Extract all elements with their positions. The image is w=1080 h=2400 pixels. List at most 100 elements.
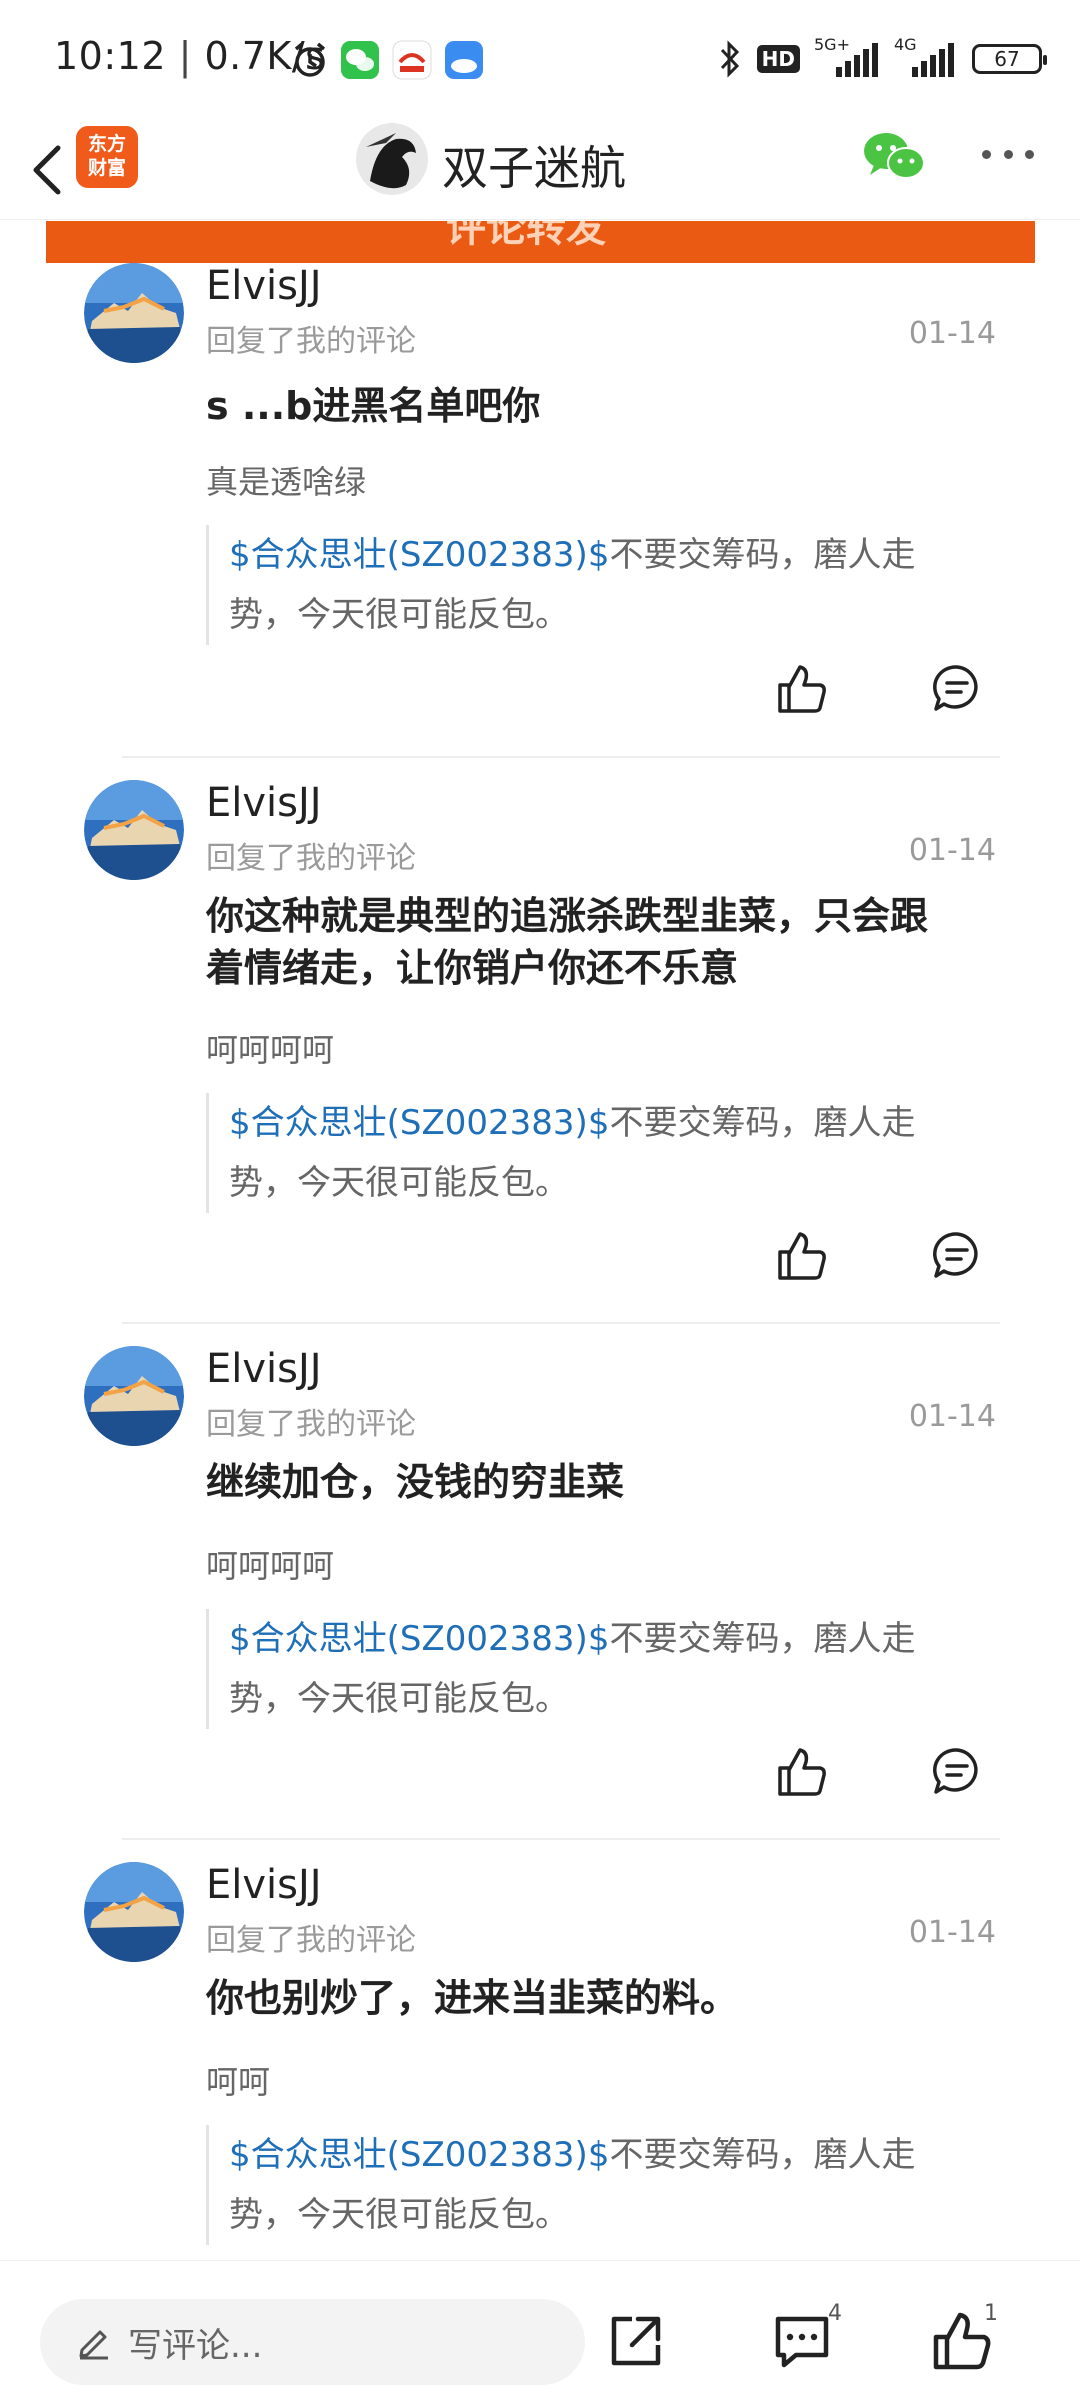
quote-text: 不要交筹码，磨人走	[609, 2135, 916, 2175]
like-icon[interactable]	[776, 663, 828, 715]
more-button[interactable]	[982, 150, 1034, 166]
avatar-image	[84, 1862, 184, 1962]
bluetooth-icon	[720, 40, 739, 78]
signal-4g: 4G	[894, 35, 958, 79]
bottom-bar: 写评论... 4 1	[0, 2260, 1080, 2400]
commenter-avatar[interactable]	[84, 1346, 184, 1446]
status-bar: 10:12 | 0.7K/s HD 5G+ 4G 67	[0, 0, 1080, 120]
avatar-image	[356, 123, 428, 195]
avatar-image	[84, 780, 184, 880]
quote-text: 不要交筹码，磨人走	[609, 1103, 916, 1143]
status-right: HD 5G+ 4G 67	[717, 35, 1047, 82]
more-dot	[1025, 150, 1034, 159]
comment-input[interactable]: 写评论...	[40, 2299, 585, 2385]
comment-subtext: 呵呵呵呵	[206, 1031, 335, 1069]
quote-line-2: 势，今天很可能反包。	[229, 595, 569, 635]
comment-text: 你也别炒了，进来当韭菜的料。	[206, 1976, 739, 2020]
back-icon	[33, 145, 61, 195]
wechat-share-icon[interactable]	[862, 129, 926, 183]
app-logo[interactable]: 东方 财富	[76, 126, 138, 188]
comment-icon[interactable]	[772, 2311, 832, 2371]
logo-line-1: 东方	[87, 133, 126, 155]
logo-line-2: 财富	[87, 157, 126, 179]
reply-action-text: 回复了我的评论	[206, 1407, 416, 1442]
comment-placeholder: 写评论...	[128, 2325, 263, 2366]
quoted-comment[interactable]: $合众思壮(SZ002383)$不要交筹码，磨人走 势，今天很可能反包。	[206, 525, 996, 645]
reply-icon[interactable]	[932, 1230, 982, 1280]
username[interactable]: ElvisJJ	[206, 1862, 322, 1908]
comment-text-line-1: 你这种就是典型的追涨杀跌型韭菜，只会跟	[206, 894, 929, 938]
app-header: 东方 财富 双子迷航	[0, 120, 1080, 220]
commenter-avatar[interactable]	[84, 780, 184, 880]
quote-line-2: 势，今天很可能反包。	[229, 2195, 569, 2235]
banner-title: 评论转发	[446, 221, 606, 251]
app-status-icon	[392, 40, 432, 80]
comment-divider	[122, 1322, 1000, 1324]
battery-level: 67	[994, 47, 1020, 71]
status-time: 10:12 | 0.7K/s	[54, 34, 326, 78]
profile-avatar[interactable]	[356, 123, 428, 195]
quote-text: 不要交筹码，磨人走	[609, 1619, 916, 1659]
battery-icon: 67	[972, 44, 1047, 74]
orange-banner: 评论转发	[46, 221, 1035, 263]
hd-badge: HD	[756, 45, 800, 73]
hd-text: HD	[761, 47, 795, 71]
quote-line-1: $合众思壮(SZ002383)$不要交筹码，磨人走	[229, 1093, 996, 1153]
comment-date: 01-14	[908, 1399, 996, 1434]
comment-list[interactable]: ElvisJJ 回复了我的评论 01-14 s ...b进黑名单吧你 真是透啥绿…	[0, 263, 1080, 2260]
back-button[interactable]	[20, 126, 76, 214]
like-icon[interactable]	[776, 1746, 828, 1798]
quote-line-1: $合众思壮(SZ002383)$不要交筹码，磨人走	[229, 525, 996, 585]
commenter-avatar[interactable]	[84, 263, 184, 363]
comment-divider	[122, 756, 1000, 758]
avatar-image	[84, 263, 184, 363]
reply-icon[interactable]	[932, 663, 982, 713]
comment-date: 01-14	[908, 1915, 996, 1950]
comment-text: 继续加仓，没钱的穷韭菜	[206, 1460, 625, 1504]
signal-icon-2	[912, 43, 954, 77]
comment-subtext: 真是透啥绿	[206, 463, 367, 501]
comment-text-line-2: 着情绪走，让你销户你还不乐意	[206, 946, 739, 990]
wechat-status-icon	[341, 41, 379, 79]
thumbs-up-icon[interactable]	[932, 2311, 992, 2371]
cloud-status-icon	[445, 41, 483, 79]
commenter-avatar[interactable]	[84, 1862, 184, 1962]
reply-action-text: 回复了我的评论	[206, 1923, 416, 1958]
comment-date: 01-14	[908, 833, 996, 868]
reply-action-text: 回复了我的评论	[206, 324, 416, 359]
stock-link[interactable]: $合众思壮(SZ002383)$	[229, 2135, 609, 2175]
signal-icon	[836, 43, 878, 77]
quoted-comment[interactable]: $合众思壮(SZ002383)$不要交筹码，磨人走 势，今天很可能反包。	[206, 2125, 996, 2245]
quote-line-1: $合众思壮(SZ002383)$不要交筹码，磨人走	[229, 1609, 996, 1669]
more-dot	[1003, 150, 1013, 159]
quote-line-1: $合众思壮(SZ002383)$不要交筹码，磨人走	[229, 2125, 996, 2185]
share-icon[interactable]	[606, 2311, 666, 2371]
username[interactable]: ElvisJJ	[206, 780, 322, 826]
username[interactable]: ElvisJJ	[206, 263, 322, 309]
quoted-comment[interactable]: $合众思壮(SZ002383)$不要交筹码，磨人走 势，今天很可能反包。	[206, 1609, 996, 1729]
clock-text: 10:12	[54, 34, 167, 78]
comment-date: 01-14	[908, 316, 996, 351]
quoted-comment[interactable]: $合众思壮(SZ002383)$不要交筹码，磨人走 势，今天很可能反包。	[206, 1093, 996, 1213]
reply-action-text: 回复了我的评论	[206, 841, 416, 876]
page-title: 双子迷航	[442, 141, 626, 195]
quote-line-2: 势，今天很可能反包。	[229, 1163, 569, 1203]
comment-text: s ...b进黑名单吧你	[206, 384, 541, 428]
pencil-icon	[79, 2330, 108, 2360]
signal-5g: 5G+	[814, 35, 880, 79]
comment-count: 4	[828, 2301, 842, 2326]
comment-text: 你这种就是典型的追涨杀跌型韭菜，只会跟 着情绪走，让你销户你还不乐意	[206, 890, 986, 994]
stock-link[interactable]: $合众思壮(SZ002383)$	[229, 1619, 609, 1659]
comment-subtext: 呵呵呵呵	[206, 1547, 335, 1585]
like-count: 1	[984, 2301, 998, 2326]
more-dot	[982, 150, 991, 159]
alarm-icon	[294, 42, 326, 77]
comment-subtext: 呵呵	[206, 2063, 271, 2101]
like-icon[interactable]	[776, 1230, 828, 1282]
reply-icon[interactable]	[932, 1746, 982, 1796]
username[interactable]: ElvisJJ	[206, 1346, 322, 1392]
stock-link[interactable]: $合众思壮(SZ002383)$	[229, 1103, 609, 1143]
comment-divider	[122, 1838, 1000, 1840]
avatar-image	[84, 1346, 184, 1446]
stock-link[interactable]: $合众思壮(SZ002383)$	[229, 535, 609, 575]
